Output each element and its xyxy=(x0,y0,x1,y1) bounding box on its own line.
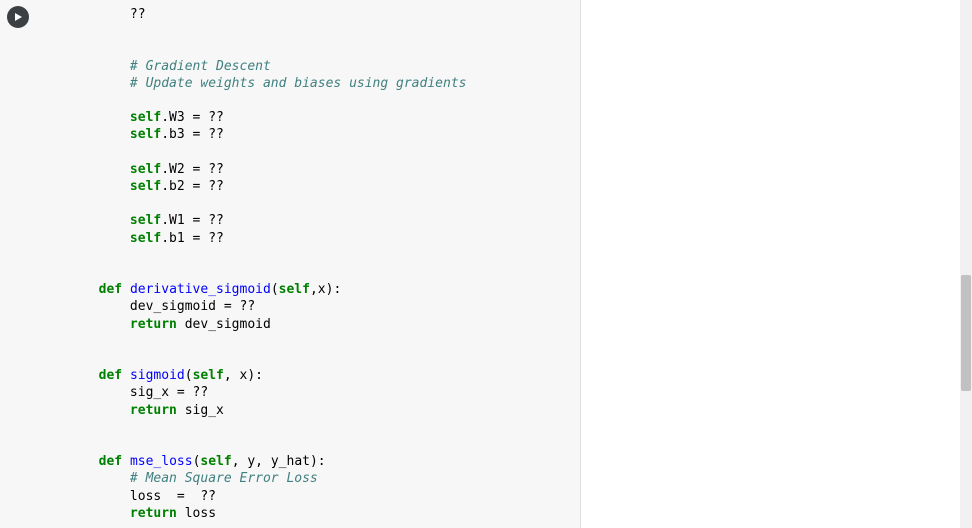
notebook-container: ?? # Gradient Descent # Update weights a… xyxy=(0,0,972,528)
play-icon xyxy=(13,12,23,22)
cell-gutter xyxy=(0,0,36,528)
code-editor[interactable]: ?? # Gradient Descent # Update weights a… xyxy=(36,0,580,528)
scrollbar-thumb[interactable] xyxy=(961,275,971,391)
output-panel xyxy=(580,0,972,528)
run-cell-button[interactable] xyxy=(7,6,29,28)
vertical-scrollbar[interactable] xyxy=(960,0,972,528)
